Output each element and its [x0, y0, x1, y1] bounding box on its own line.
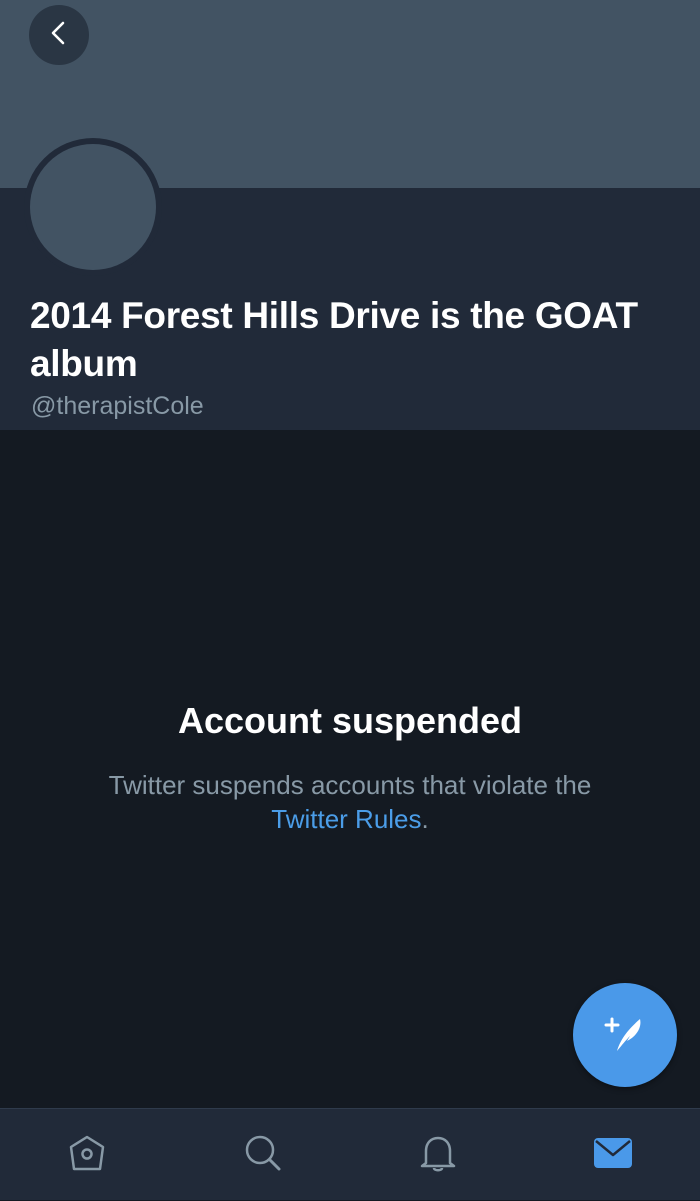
notifications-icon [418, 1133, 458, 1178]
tab-search[interactable] [203, 1109, 323, 1201]
tab-messages[interactable] [553, 1109, 673, 1201]
suspended-description: Twitter suspends accounts that violate t… [60, 768, 640, 836]
description-period: . [421, 804, 429, 834]
avatar-placeholder [30, 144, 156, 270]
messages-icon [592, 1135, 634, 1176]
suspended-title: Account suspended [177, 700, 523, 741]
home-icon [67, 1133, 107, 1178]
display-name: 2014 Forest Hills Drive is the GOAT albu… [30, 295, 638, 384]
tab-notifications[interactable] [378, 1109, 498, 1201]
bottom-tab-bar [0, 1108, 700, 1200]
username-handle: @therapistCole [31, 392, 204, 420]
back-button[interactable] [29, 5, 89, 65]
twitter-rules-link[interactable]: Twitter Rules [271, 804, 421, 834]
suspended-description-text: Twitter suspends accounts that violate t… [108, 770, 592, 800]
search-icon [243, 1133, 283, 1178]
compose-tweet-icon [600, 1008, 650, 1063]
chevron-left-icon [46, 20, 72, 51]
avatar [24, 138, 162, 276]
tab-home[interactable] [27, 1109, 147, 1201]
compose-tweet-button[interactable] [573, 983, 677, 1087]
